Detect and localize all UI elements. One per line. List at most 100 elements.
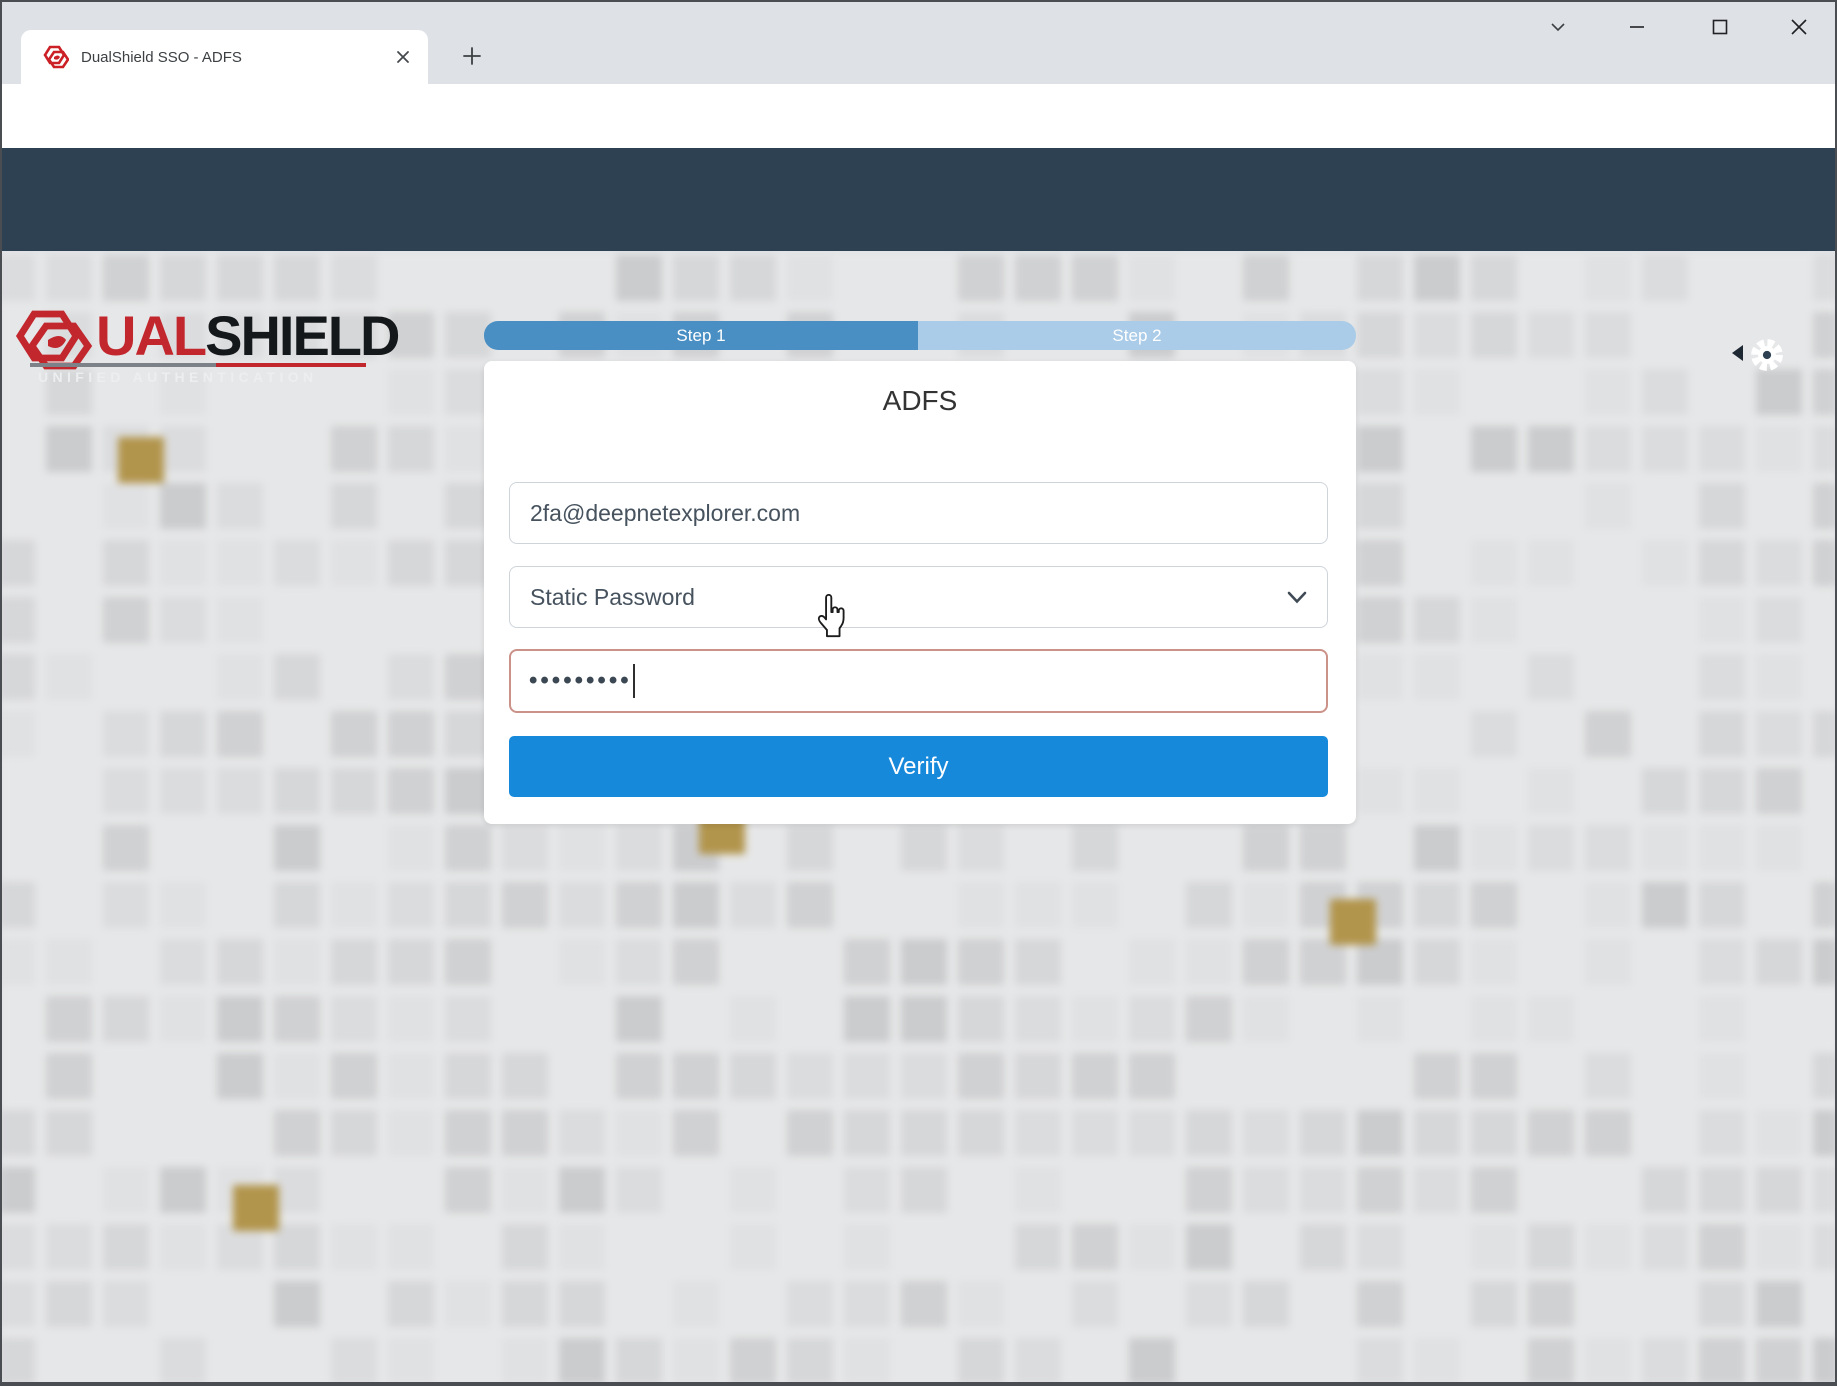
mosaic-tile (160, 255, 206, 301)
mosaic-tile (103, 996, 149, 1042)
mosaic-tile (0, 1338, 35, 1384)
mosaic-tile (274, 1053, 320, 1099)
mosaic-tile (559, 825, 605, 871)
mosaic-tile (1357, 996, 1403, 1042)
mosaic-tile (844, 939, 890, 985)
mosaic-tile (1528, 1224, 1574, 1270)
mosaic-tile (1528, 540, 1574, 586)
mosaic-tile (160, 426, 206, 472)
mosaic-tile (1357, 597, 1403, 643)
mosaic-tile (1642, 882, 1688, 928)
mosaic-tile (1072, 1224, 1118, 1270)
mosaic-tile (1072, 882, 1118, 928)
mosaic-tile (445, 1167, 491, 1213)
mosaic-tile (1072, 825, 1118, 871)
mosaic-tile (331, 996, 377, 1042)
tab-close-icon[interactable] (394, 48, 412, 66)
mosaic-tile (217, 654, 263, 700)
mosaic-tile (46, 996, 92, 1042)
mosaic-tile (1015, 1167, 1061, 1213)
mosaic-tile (0, 255, 35, 301)
mosaic-tile (388, 882, 434, 928)
tab-list-chevron-button[interactable] (1541, 10, 1575, 44)
mosaic-tile (1357, 369, 1403, 415)
mosaic-tile (160, 597, 206, 643)
mosaic-tile (46, 1281, 92, 1327)
password-masked-value: ••••••••• (529, 667, 632, 695)
mosaic-tile (1471, 1110, 1517, 1156)
mosaic-tile (0, 711, 35, 757)
verify-label: Verify (888, 753, 948, 781)
mosaic-tile (673, 1053, 719, 1099)
mosaic-tile (502, 1224, 548, 1270)
mosaic-tile (1072, 996, 1118, 1042)
mosaic-tile (274, 825, 320, 871)
hexagon-shield-icon (14, 308, 98, 370)
mosaic-tile (1414, 597, 1460, 643)
mosaic-tile (730, 996, 776, 1042)
mosaic-tile (616, 996, 662, 1042)
username-input[interactable] (509, 482, 1328, 544)
mosaic-tile (331, 540, 377, 586)
mosaic-tile (46, 1110, 92, 1156)
mosaic-tile (103, 768, 149, 814)
mosaic-tile (787, 1110, 833, 1156)
mosaic-tile (1699, 1167, 1745, 1213)
new-tab-button[interactable] (452, 36, 492, 76)
mosaic-tile (1300, 825, 1346, 871)
mosaic-tile (1357, 540, 1403, 586)
mosaic-tile (1756, 1110, 1802, 1156)
mosaic-tile (1528, 654, 1574, 700)
mosaic-tile (1414, 312, 1460, 358)
mosaic-tile (1699, 711, 1745, 757)
mosaic-tile (1243, 1281, 1289, 1327)
mosaic-tile (1699, 996, 1745, 1042)
mosaic-tile (730, 1338, 776, 1384)
mosaic-tile (331, 768, 377, 814)
mosaic-tile (445, 825, 491, 871)
minimize-button[interactable] (1620, 10, 1654, 44)
mosaic-tile (1642, 1167, 1688, 1213)
mosaic-tile (217, 768, 263, 814)
mosaic-tile (1015, 939, 1061, 985)
mosaic-tile (1699, 1338, 1745, 1384)
mosaic-tile (1585, 1338, 1631, 1384)
mosaic-tile (901, 1281, 947, 1327)
mosaic-tile (388, 1281, 434, 1327)
mosaic-tile (160, 1167, 206, 1213)
mosaic-tile (1357, 939, 1403, 985)
site-header: UALSHIELD UNIFIED AUTHENTICATION (0, 148, 1837, 251)
mosaic-tile (958, 1338, 1004, 1384)
password-input[interactable]: ••••••••• (509, 649, 1328, 713)
window-close-button[interactable] (1782, 10, 1816, 44)
mosaic-tile (1756, 1338, 1802, 1384)
mosaic-tile (160, 882, 206, 928)
mosaic-tile (1699, 540, 1745, 586)
mosaic-tile (331, 1110, 377, 1156)
mosaic-tile (274, 939, 320, 985)
mosaic-tile (1699, 1281, 1745, 1327)
mosaic-tile (1243, 825, 1289, 871)
brand-dark-text: SHIELD (205, 304, 398, 367)
mosaic-tile (616, 882, 662, 928)
mosaic-tile (901, 939, 947, 985)
settings-button[interactable] (1748, 336, 1786, 374)
mosaic-tile (502, 1110, 548, 1156)
mosaic-tile (787, 1338, 833, 1384)
mosaic-gold-tile (233, 1185, 279, 1231)
mosaic-tile (844, 1053, 890, 1099)
mosaic-tile (160, 540, 206, 586)
browser-tab[interactable]: DualShield SSO - ADFS (21, 30, 428, 84)
mosaic-tile (1699, 1110, 1745, 1156)
mosaic-tile (0, 939, 35, 985)
mosaic-tile (1699, 939, 1745, 985)
mosaic-tile (0, 654, 35, 700)
mosaic-tile (1756, 1224, 1802, 1270)
maximize-button[interactable] (1703, 10, 1737, 44)
mosaic-tile (1414, 939, 1460, 985)
verify-button[interactable]: Verify (509, 736, 1328, 797)
mosaic-tile (274, 1281, 320, 1327)
auth-method-select[interactable]: Static Password (509, 566, 1328, 628)
mosaic-tile (673, 1281, 719, 1327)
mosaic-tile (388, 825, 434, 871)
